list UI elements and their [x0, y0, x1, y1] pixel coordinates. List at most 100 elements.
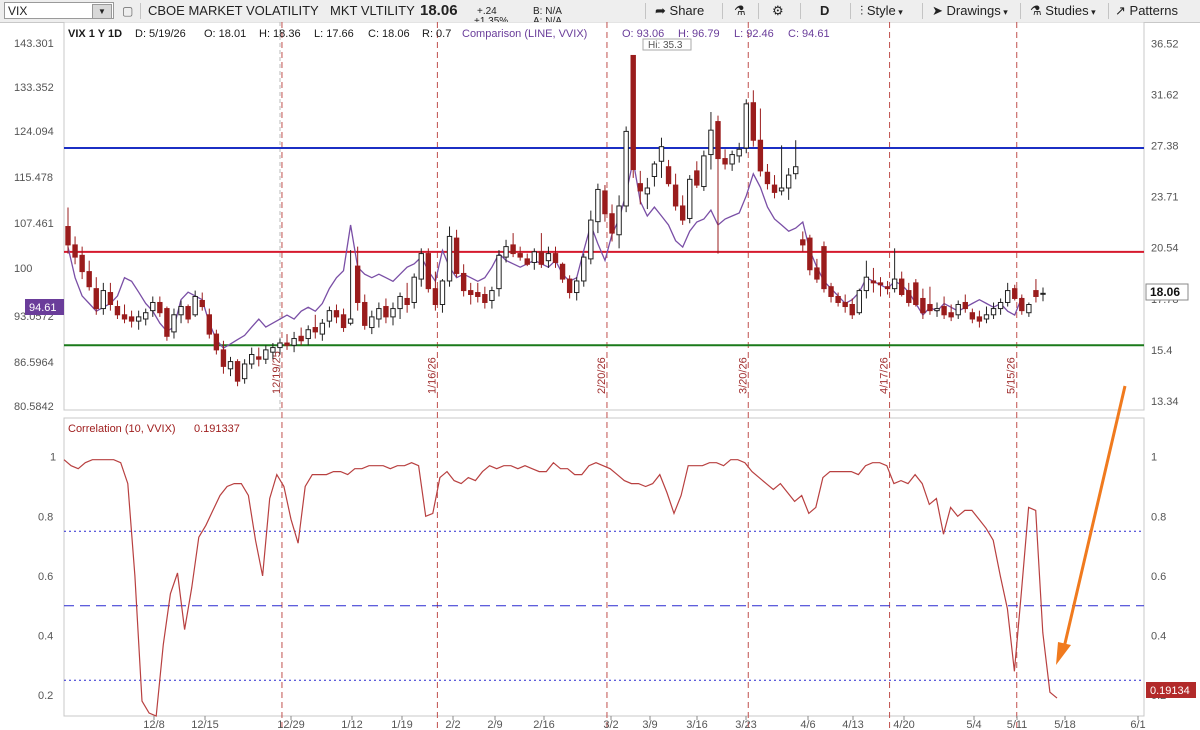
candle-body	[983, 314, 990, 320]
candle-body	[192, 295, 198, 316]
candle	[164, 306, 170, 341]
correlation-left-tick: 1	[50, 452, 56, 464]
left-axis-tick: 80.5842	[14, 401, 54, 413]
x-axis-tick: 6/1	[1130, 719, 1145, 730]
candle-body	[249, 354, 255, 365]
candle-body	[807, 237, 813, 271]
candle-body	[284, 342, 290, 346]
gear-icon[interactable]: ⚙	[772, 0, 784, 22]
candle-body	[319, 322, 326, 335]
x-axis-tick: 2/9	[487, 719, 502, 730]
divider	[645, 3, 646, 19]
period-selector[interactable]: D	[820, 0, 829, 22]
candle-body	[927, 303, 933, 312]
candle-body	[687, 178, 693, 219]
cursor-icon: ➤	[932, 3, 943, 18]
candle-body	[425, 253, 432, 290]
symbol-icon[interactable]: ▢	[122, 0, 133, 22]
correlation-left-tick: 0.2	[38, 690, 53, 702]
event-line-label: 2/20/26	[596, 357, 608, 394]
style-button[interactable]: ⫶ Style ▾	[860, 0, 903, 22]
candle-body	[340, 314, 347, 329]
candle-body	[524, 258, 530, 265]
candle-body	[354, 265, 361, 303]
chart-symbol-period: VIX 1 Y 1D	[68, 28, 122, 40]
candle-body	[736, 148, 742, 157]
candle-body	[178, 306, 184, 316]
correlation-right-tick: 0.6	[1151, 571, 1166, 583]
candle-body	[764, 171, 771, 185]
symbol-short-name: MKT VLTILITY	[330, 3, 415, 18]
chevron-down-icon[interactable]: ▼	[92, 4, 112, 19]
share-icon: ➦	[655, 3, 666, 18]
candle-body	[920, 297, 926, 314]
event-line-label: 3/20/26	[737, 357, 749, 394]
symbol-input[interactable]: VIX ▼	[4, 2, 114, 19]
candle-body	[227, 361, 234, 370]
candle-body	[121, 314, 128, 320]
candle-body	[623, 130, 629, 207]
chart-area[interactable]: 12/19/25 1/16/26 2/20/26 3/20/26 4/17/26 5/15…	[0, 22, 1200, 730]
candle-body	[333, 310, 340, 318]
candle-body	[100, 290, 107, 310]
candle-body	[679, 205, 686, 221]
x-axis-tick: 3/16	[686, 719, 707, 730]
candle-body	[143, 312, 149, 320]
studies-button[interactable]: ⚗ Studies ▾	[1030, 0, 1096, 22]
chart-date: D: 5/19/26	[135, 28, 186, 40]
last-price: 18.06	[420, 2, 458, 19]
divider	[140, 3, 141, 19]
candle-body	[962, 301, 968, 310]
candle-body	[213, 333, 220, 351]
right-axis-tick: 36.52	[1151, 38, 1179, 50]
candle-body	[510, 244, 516, 255]
candle-body	[559, 263, 566, 280]
candle-body	[990, 308, 997, 316]
x-axis-tick: 5/18	[1054, 719, 1075, 730]
candle-body	[468, 290, 474, 296]
candle-body	[199, 299, 205, 308]
candle	[630, 54, 636, 178]
left-axis-tick: 124.094	[14, 126, 54, 138]
correlation-left-tick: 0.8	[38, 511, 53, 523]
candle-body	[93, 288, 99, 310]
candle-body	[114, 306, 121, 316]
candle	[743, 99, 749, 154]
candle-body	[503, 246, 509, 258]
candle-body	[135, 316, 142, 322]
candle-body	[206, 314, 212, 335]
candle-body	[263, 349, 269, 360]
correlation-panel[interactable]	[63, 417, 1145, 717]
patterns-button[interactable]: ↗ Patterns	[1115, 0, 1178, 22]
candle-body	[362, 301, 368, 326]
bid-value: B: N/A	[533, 6, 562, 17]
candle-body	[164, 308, 170, 337]
correlation-label: Correlation (10, VVIX)	[68, 423, 176, 435]
candle-body	[708, 129, 714, 156]
correlation-left-tick: 0.6	[38, 571, 53, 583]
candle-body	[793, 166, 799, 175]
x-axis-tick: 4/13	[842, 719, 863, 730]
correlation-right-tick: 0.4	[1151, 631, 1166, 643]
left-axis-tick: 86.5964	[14, 357, 54, 369]
candle-body	[460, 272, 467, 292]
candle-body	[171, 314, 177, 333]
candle-body	[234, 361, 241, 382]
candle-body	[1004, 290, 1011, 303]
candle-body	[849, 303, 855, 316]
left-axis-tick: 133.352	[14, 82, 54, 94]
chart-range: R: 0.7	[422, 28, 451, 40]
candles-icon: ⫶	[860, 3, 864, 18]
symbol-description: CBOE MARKET VOLATILITY	[148, 3, 319, 18]
candle-body	[383, 306, 389, 318]
candle	[807, 234, 813, 276]
candle-body	[955, 303, 961, 316]
candle-body	[404, 297, 410, 305]
divider	[922, 3, 923, 19]
drawings-button[interactable]: ➤ Drawings ▾	[932, 0, 1008, 22]
candle-body	[128, 316, 135, 322]
candle-body	[644, 187, 651, 195]
flask-icon[interactable]: ⚗	[734, 0, 746, 22]
x-axis-tick: 3/23	[735, 719, 756, 730]
share-button[interactable]: ➦ Share	[655, 0, 704, 22]
